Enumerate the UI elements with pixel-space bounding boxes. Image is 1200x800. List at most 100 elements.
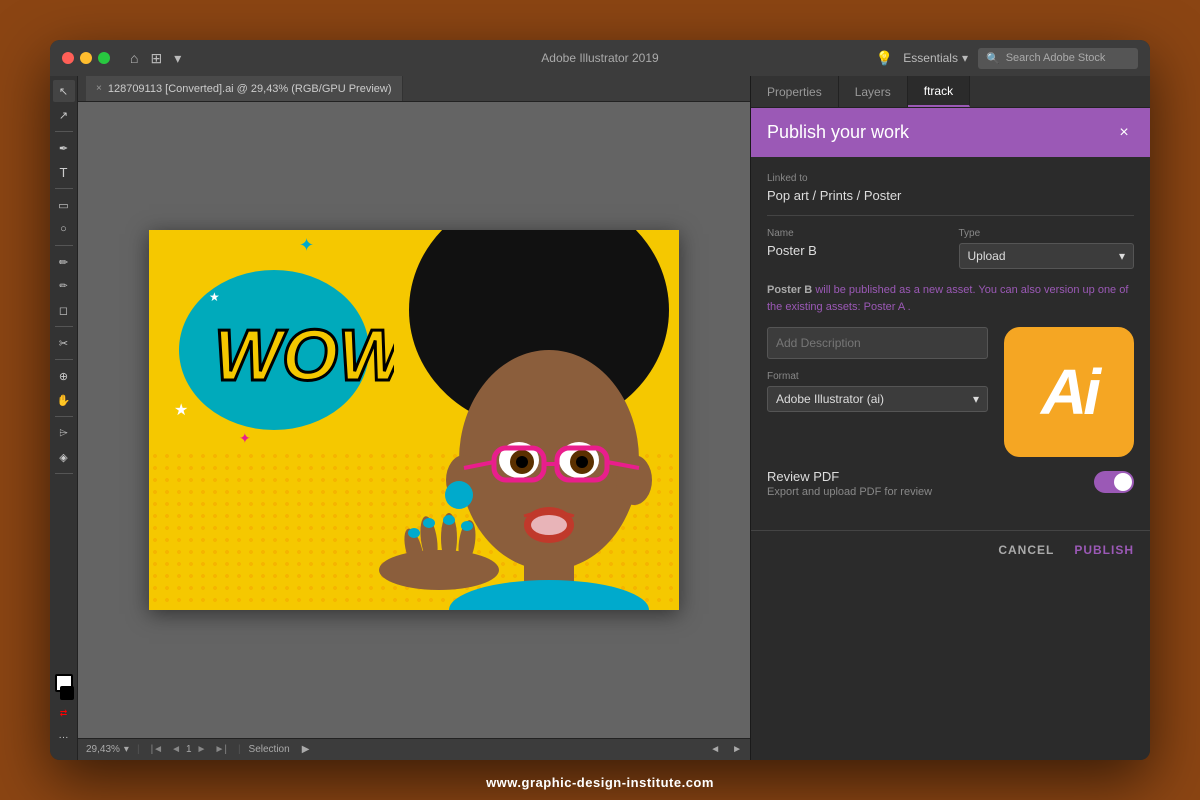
star-decoration-2: ★ xyxy=(209,290,220,304)
toolbar-separator-6 xyxy=(55,416,73,417)
review-pdf-toggle[interactable] xyxy=(1094,471,1134,493)
review-pdf-title: Review PDF xyxy=(767,469,932,484)
info-poster-a-link[interactable]: Poster A xyxy=(864,301,905,313)
desc-format-col: Add Description Format Adobe Illustrator… xyxy=(767,327,988,412)
scroll-arrow-left-icon[interactable]: ◄ xyxy=(710,744,720,755)
format-label: Format xyxy=(767,371,988,382)
ai-logo-text: Ai xyxy=(1041,355,1097,429)
linked-to-value: Pop art / Prints / Poster xyxy=(767,188,1134,203)
spacer xyxy=(767,457,1134,469)
minimize-button[interactable] xyxy=(80,52,92,64)
toggle-knob xyxy=(1114,473,1132,491)
close-button[interactable] xyxy=(62,52,74,64)
swap-fill-stroke-icon[interactable]: ⇄ xyxy=(53,702,75,724)
document-tab-label: 128709113 [Converted].ai @ 29,43% (RGB/G… xyxy=(108,83,392,95)
desc-logo-row: Add Description Format Adobe Illustrator… xyxy=(767,327,1134,457)
main-area: ↖ ↗ ✒ T ▭ ○ ✏ ✏ ◻ ✂ ⊕ ✋ ⌲ ◈ ⇄ ·· xyxy=(50,76,1150,760)
essentials-button[interactable]: Essentials ▾ xyxy=(903,51,968,65)
panel-tabs: Properties Layers ftrack xyxy=(751,76,1150,108)
grid-icon[interactable]: ⊞ xyxy=(150,50,162,67)
selection-tool[interactable]: ↖ xyxy=(53,80,75,102)
title-bar-icons: ⌂ ⊞ ▾ xyxy=(130,50,181,67)
info-text: Poster B will be published as a new asse… xyxy=(767,282,1134,315)
canvas-area: × 128709113 [Converted].ai @ 29,43% (RGB… xyxy=(78,76,750,760)
type-field: Type Upload ▾ xyxy=(959,228,1135,270)
name-type-row: Name Poster B Type Upload ▾ xyxy=(767,228,1134,270)
status-separator-2: | xyxy=(238,744,241,755)
tab-ftrack-label: ftrack xyxy=(924,84,953,98)
tab-ftrack[interactable]: ftrack xyxy=(908,76,970,107)
tab-layers[interactable]: Layers xyxy=(839,76,908,107)
rectangle-tool[interactable]: ▭ xyxy=(53,194,75,216)
type-select[interactable]: Upload ▾ xyxy=(959,243,1135,269)
left-toolbar: ↖ ↗ ✒ T ▭ ○ ✏ ✏ ◻ ✂ ⊕ ✋ ⌲ ◈ ⇄ ·· xyxy=(50,76,78,760)
status-bar: 29,43% ▾ | |◄ ◄ 1 ► ►| | Selection ▶ ◄ ► xyxy=(78,738,750,760)
text-tool[interactable]: T xyxy=(53,161,75,183)
selection-mode-label: Selection xyxy=(249,744,290,755)
last-page-icon[interactable]: ►| xyxy=(211,743,230,756)
zoom-control[interactable]: 29,43% ▾ xyxy=(86,744,129,755)
format-select-chevron-icon: ▾ xyxy=(973,392,979,406)
zoom-chevron-icon: ▾ xyxy=(124,744,129,755)
zoom-tool[interactable]: ⊕ xyxy=(53,365,75,387)
toolbar-separator-3 xyxy=(55,245,73,246)
scissors-tool[interactable]: ✂ xyxy=(53,332,75,354)
info-text-end: . xyxy=(908,301,911,313)
tab-properties[interactable]: Properties xyxy=(751,76,839,107)
publish-header: Publish your work × xyxy=(751,108,1150,157)
next-page-icon[interactable]: ► xyxy=(194,743,210,756)
eyedropper-tool[interactable]: ⌲ xyxy=(53,422,75,444)
review-pdf-info: Review PDF Export and upload PDF for rev… xyxy=(767,469,932,498)
traffic-lights xyxy=(62,52,110,64)
toolbar-separator-2 xyxy=(55,188,73,189)
format-select-value: Adobe Illustrator (ai) xyxy=(776,392,884,406)
linked-to-label: Linked to xyxy=(767,173,1134,184)
star-decoration-4: ✦ xyxy=(239,430,251,447)
type-label: Type xyxy=(959,228,1135,239)
search-stock-input[interactable]: 🔍 Search Adobe Stock xyxy=(978,48,1138,69)
publish-button[interactable]: PUBLISH xyxy=(1074,543,1134,557)
prev-page-icon[interactable]: ◄ xyxy=(168,743,184,756)
pop-art-background: WOW! ✦ ★ ★ ✦ xyxy=(149,230,679,610)
search-icon: 🔍 xyxy=(986,52,1000,65)
page-navigation[interactable]: |◄ ◄ 1 ► ►| xyxy=(148,743,230,756)
essentials-chevron-icon: ▾ xyxy=(962,51,968,65)
scroll-arrow-right-icon[interactable]: ► xyxy=(732,744,742,755)
publish-body: Linked to Pop art / Prints / Poster Name… xyxy=(751,157,1150,530)
zoom-value: 29,43% xyxy=(86,744,120,755)
watermark: www.graphic-design-institute.com xyxy=(486,775,714,790)
gradient-tool[interactable]: ◈ xyxy=(53,446,75,468)
paintbrush-tool[interactable]: ✏ xyxy=(53,251,75,273)
hand-tool[interactable]: ✋ xyxy=(53,389,75,411)
publish-close-button[interactable]: × xyxy=(1114,123,1134,143)
eraser-tool[interactable]: ◻ xyxy=(53,299,75,321)
stroke-color[interactable] xyxy=(60,686,74,700)
cancel-button[interactable]: CANCEL xyxy=(998,543,1054,557)
document-tab-bar: × 128709113 [Converted].ai @ 29,43% (RGB… xyxy=(78,76,750,102)
ellipse-tool[interactable]: ○ xyxy=(53,218,75,240)
first-page-icon[interactable]: |◄ xyxy=(148,743,167,756)
tab-close-icon[interactable]: × xyxy=(96,83,102,94)
canvas-viewport[interactable]: WOW! ✦ ★ ★ ✦ xyxy=(78,102,750,738)
right-panel: Properties Layers ftrack Publish your wo… xyxy=(750,76,1150,760)
document-tab[interactable]: × 128709113 [Converted].ai @ 29,43% (RGB… xyxy=(86,76,403,101)
pen-tool[interactable]: ✒ xyxy=(53,137,75,159)
direct-selection-tool[interactable]: ↗ xyxy=(53,104,75,126)
toolbar-separator-5 xyxy=(55,359,73,360)
maximize-button[interactable] xyxy=(98,52,110,64)
app-window: ⌂ ⊞ ▾ Adobe Illustrator 2019 💡 Essential… xyxy=(50,40,1150,760)
lightbulb-icon[interactable]: 💡 xyxy=(876,50,893,67)
type-select-chevron-icon: ▾ xyxy=(1119,249,1125,263)
review-pdf-row: Review PDF Export and upload PDF for rev… xyxy=(767,469,1134,498)
info-poster-b: Poster B xyxy=(767,284,812,296)
chevron-down-icon[interactable]: ▾ xyxy=(174,50,181,67)
tab-layers-label: Layers xyxy=(855,85,891,99)
navigate-arrow-icon: ▶ xyxy=(302,744,310,755)
format-select[interactable]: Adobe Illustrator (ai) ▾ xyxy=(767,386,988,412)
artwork-canvas: WOW! ✦ ★ ★ ✦ xyxy=(149,230,679,610)
pencil-tool[interactable]: ✏ xyxy=(53,275,75,297)
page-number: 1 xyxy=(186,744,192,755)
description-field[interactable]: Add Description xyxy=(767,327,988,359)
more-tools-icon[interactable]: ··· xyxy=(53,726,75,748)
home-icon[interactable]: ⌂ xyxy=(130,50,138,66)
